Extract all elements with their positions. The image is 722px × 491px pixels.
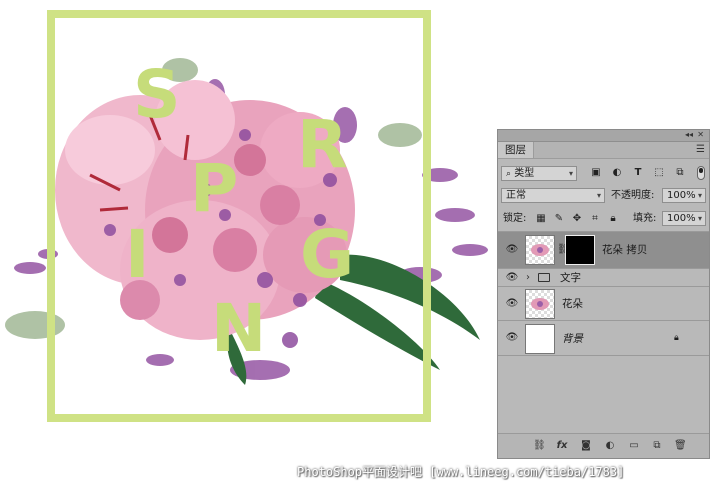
add-mask-icon[interactable]: ◙ <box>580 440 592 452</box>
lock-label: 锁定: <box>503 213 527 224</box>
lock-artboard-icon[interactable]: ⌗ <box>589 213 601 225</box>
layer-thumbnail <box>525 324 555 354</box>
blend-mode-value: 正常 <box>506 190 526 201</box>
lock-transparency-icon[interactable]: ▦ <box>535 213 547 225</box>
opacity-field[interactable]: 100% ▾ <box>662 188 706 203</box>
canvas-letter-n: N <box>211 290 267 367</box>
layer-name: 背景 <box>562 333 583 345</box>
type-filter-icon[interactable]: T <box>632 167 644 179</box>
chevron-down-icon: ▾ <box>596 191 601 200</box>
chevron-down-icon: ▾ <box>568 169 573 178</box>
canvas-letter-r: R <box>297 106 348 183</box>
chevron-right-icon[interactable]: › <box>526 271 530 285</box>
lock-position-icon[interactable]: ✥ <box>571 213 583 225</box>
canvas-letter-g: G <box>300 216 355 293</box>
layer-name: 花朵 <box>562 298 583 310</box>
canvas-letter-p: P <box>190 150 239 227</box>
lock-row: 锁定: ▦ ✎ ✥ ⌗ 🔒︎ 填充: 100% ▾ <box>498 209 709 229</box>
layer-row-text-group[interactable]: 👁︎ › 文字 <box>498 269 709 287</box>
folder-icon <box>538 273 550 282</box>
layer-name: 花朵 拷贝 <box>602 244 648 256</box>
panel-menu-icon[interactable]: ☰ <box>696 145 705 155</box>
canvas-letter-i: I <box>125 216 150 293</box>
layer-mask-thumbnail[interactable] <box>565 235 595 265</box>
eye-icon[interactable]: 👁︎ <box>505 245 519 255</box>
adjustment-layer-icon[interactable]: ◐ <box>604 440 616 452</box>
eye-icon[interactable]: 👁︎ <box>505 333 519 343</box>
link-layers-icon[interactable]: ⛓︎ <box>533 440 546 452</box>
canvas-letter-s: S <box>133 56 181 133</box>
fx-icon[interactable]: fx <box>556 440 568 452</box>
lock-icon: 🔒︎ <box>674 333 679 343</box>
filter-row: ⌕ 类型 ▾ ▣ ◐ T ⬚ ⧉ <box>498 164 709 184</box>
fill-value: 100% <box>667 213 696 224</box>
collapse-icon[interactable]: ◂◂ <box>685 130 693 140</box>
layer-thumbnail <box>525 235 555 265</box>
layer-row-flower[interactable]: 👁︎ 花朵 <box>498 287 709 321</box>
chevron-down-icon: ▾ <box>697 191 702 200</box>
panel-bottom-toolbar: ⛓︎ fx ◙ ◐ ▭ ⧉ 🗑︎ <box>498 433 709 458</box>
layers-list: 👁︎ ⛓︎ 花朵 拷贝 👁︎ › 文字 👁︎ 花朵 👁︎ 背景 🔒︎ <box>498 231 709 432</box>
lock-paint-icon[interactable]: ✎ <box>553 213 565 225</box>
chevron-down-icon: ▾ <box>697 214 702 223</box>
eye-icon[interactable]: 👁︎ <box>505 299 519 309</box>
new-layer-icon[interactable]: ⧉ <box>651 440 663 452</box>
layers-panel: ◂◂ ✕ 图层 ☰ ⌕ 类型 ▾ ▣ ◐ T ⬚ ⧉ 正常 ▾ 不透明度: 10… <box>497 129 710 459</box>
image-filter-icon[interactable]: ▣ <box>590 167 602 179</box>
blend-mode-select[interactable]: 正常 ▾ <box>501 188 605 203</box>
panel-titlebar[interactable]: ◂◂ ✕ <box>498 130 709 142</box>
eye-icon[interactable]: 👁︎ <box>505 273 519 283</box>
fill-field[interactable]: 100% ▾ <box>662 211 706 226</box>
delete-layer-icon[interactable]: 🗑︎ <box>674 440 687 452</box>
new-group-icon[interactable]: ▭ <box>628 440 640 452</box>
panel-tab-row: 图层 ☰ <box>498 142 709 159</box>
layer-thumbnail <box>525 289 555 319</box>
opacity-label: 不透明度: <box>611 190 655 201</box>
layer-row-flower-copy[interactable]: 👁︎ ⛓︎ 花朵 拷贝 <box>498 232 709 269</box>
watermark-text: PhotoShop平面设计吧 [www.lineeg.com/tieba/178… <box>297 465 625 479</box>
opacity-value: 100% <box>667 190 696 201</box>
close-icon[interactable]: ✕ <box>697 130 704 140</box>
lock-all-icon[interactable]: 🔒︎ <box>607 213 619 225</box>
blend-row: 正常 ▾ 不透明度: 100% ▾ <box>498 186 709 206</box>
shape-filter-icon[interactable]: ⬚ <box>653 167 665 179</box>
layer-row-background[interactable]: 👁︎ 背景 🔒︎ <box>498 321 709 356</box>
fill-label: 填充: <box>633 213 657 224</box>
smart-object-filter-icon[interactable]: ⧉ <box>674 167 686 179</box>
layer-name: 文字 <box>560 272 581 284</box>
filter-type-value: 类型 <box>514 168 535 179</box>
tab-layers[interactable]: 图层 <box>498 142 534 158</box>
filter-toggle[interactable] <box>697 166 705 180</box>
search-icon: ⌕ <box>506 169 512 179</box>
filter-type-select[interactable]: ⌕ 类型 ▾ <box>501 166 577 181</box>
adjustment-filter-icon[interactable]: ◐ <box>611 167 623 179</box>
